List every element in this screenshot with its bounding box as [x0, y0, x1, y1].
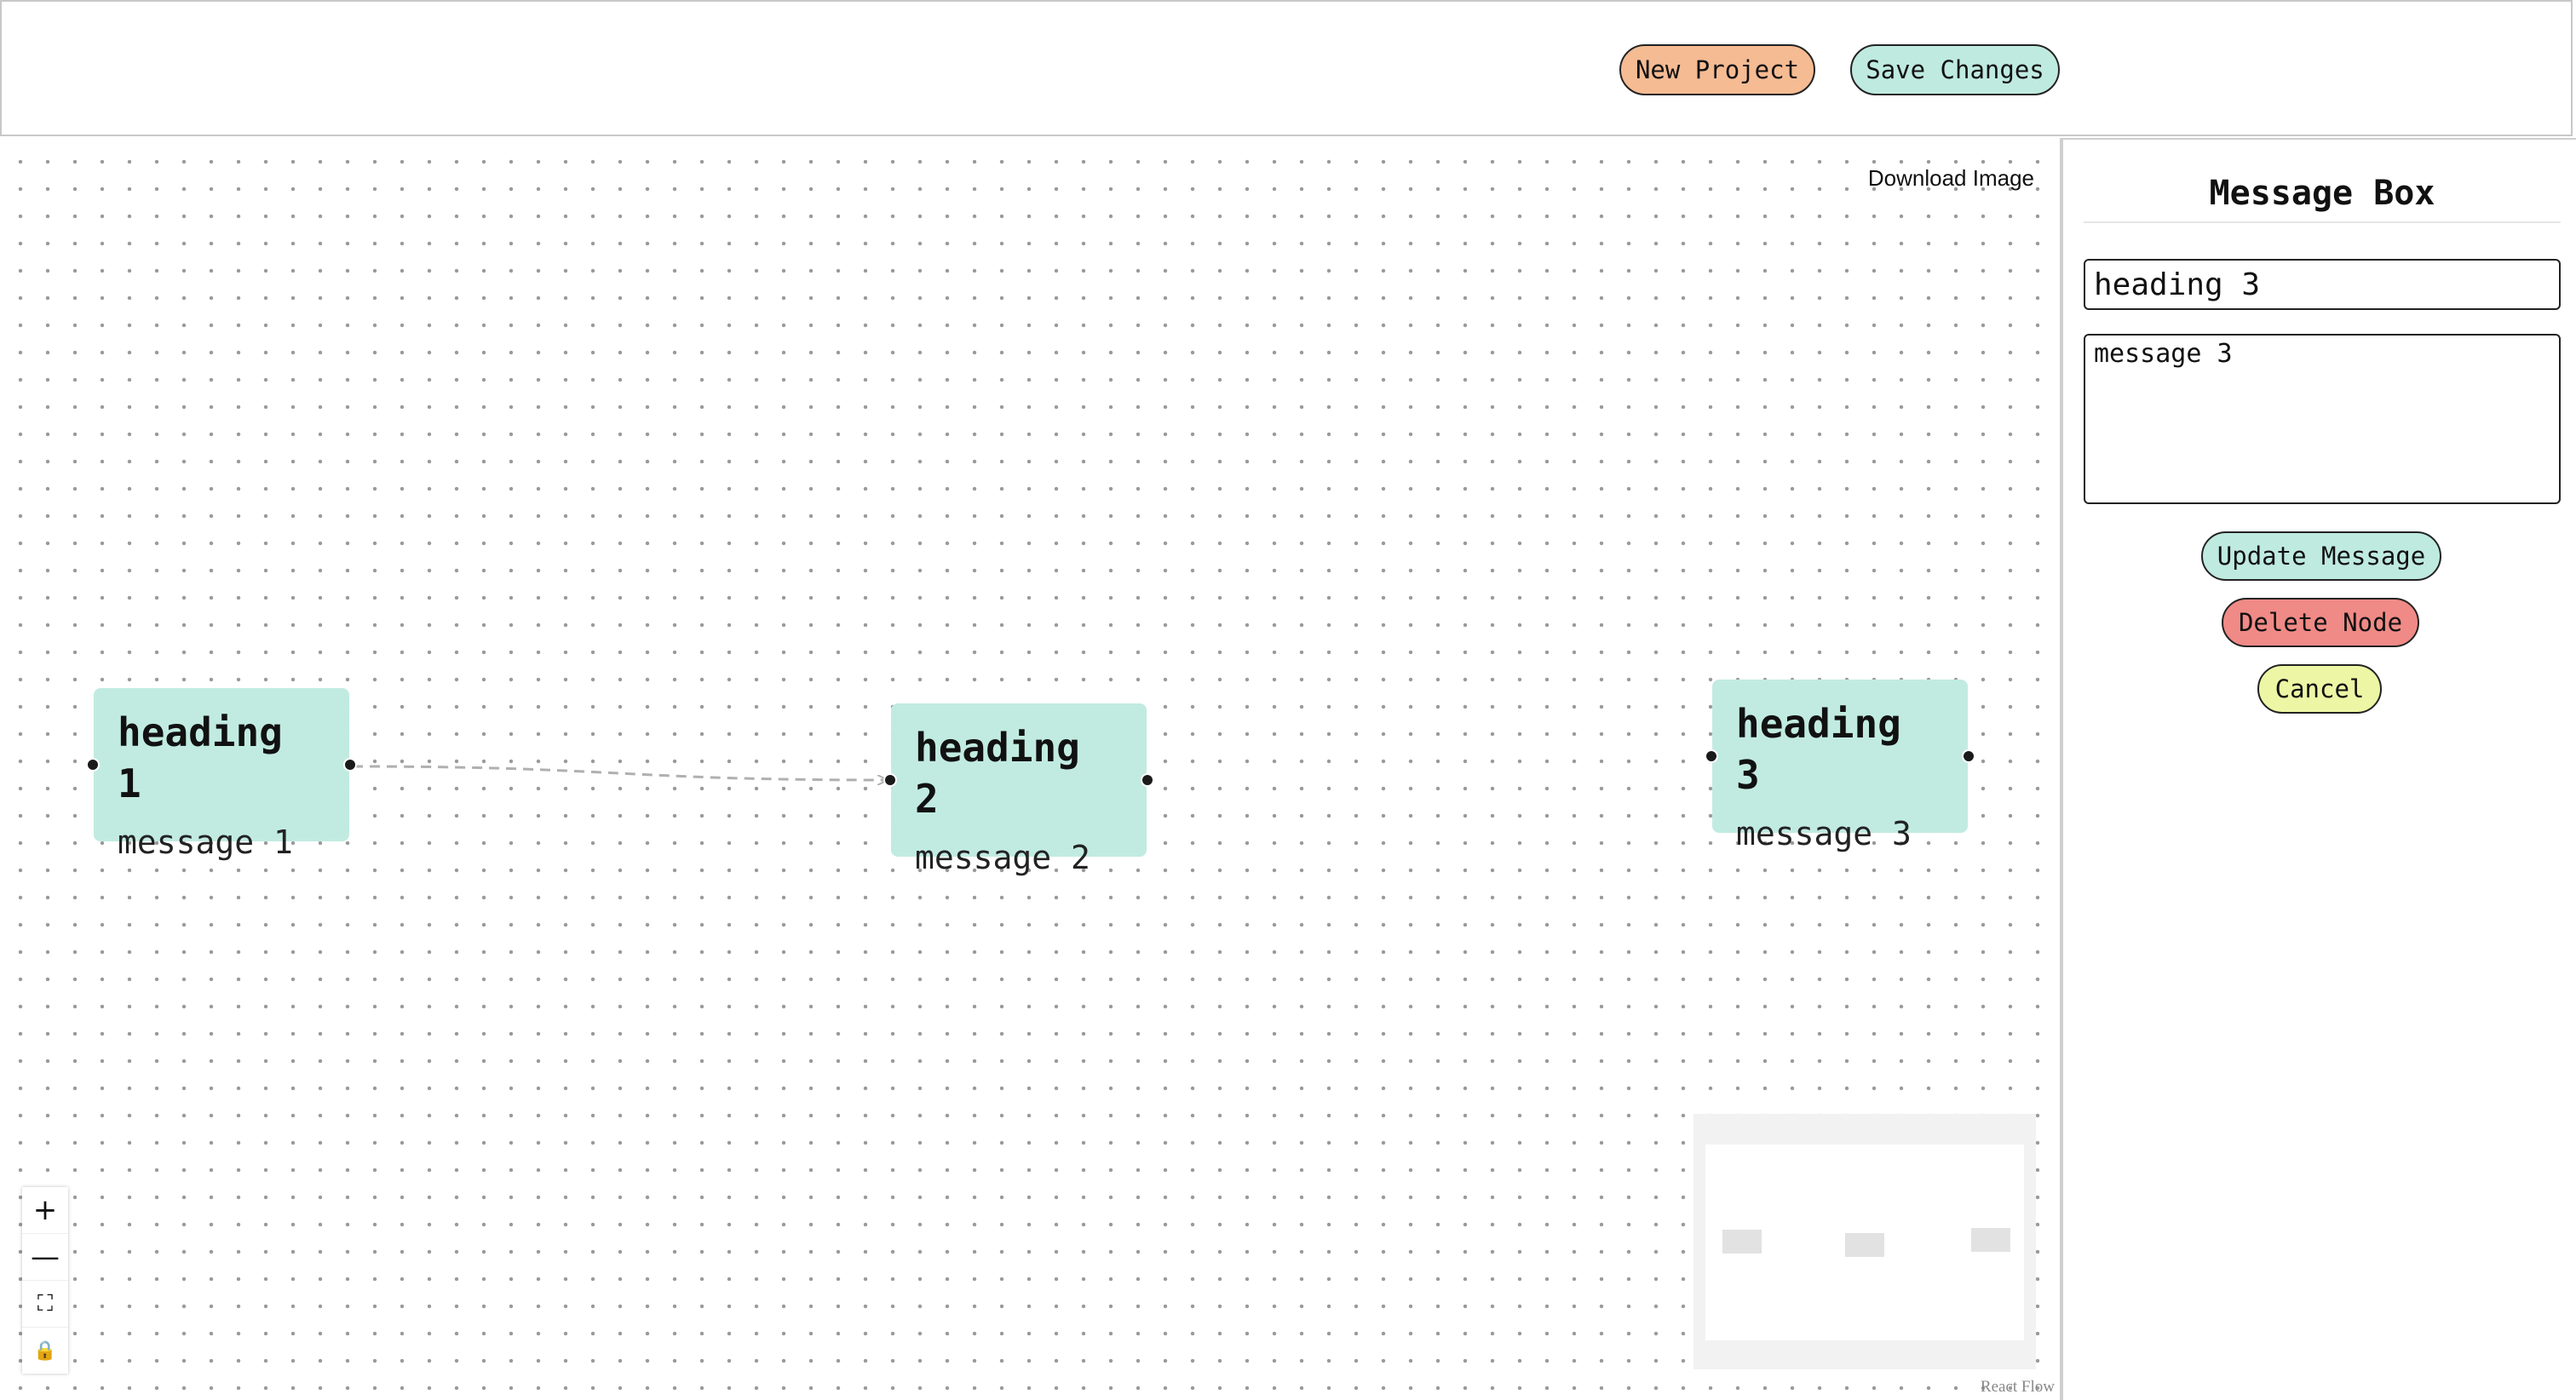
lock-icon[interactable]: 🔒: [22, 1328, 68, 1374]
node-heading: heading 1: [118, 709, 283, 806]
update-message-button[interactable]: Update Message: [2201, 531, 2441, 581]
target-handle[interactable]: [883, 773, 897, 787]
save-changes-button[interactable]: Save Changes: [1850, 44, 2060, 95]
react-flow-attribution[interactable]: React Flow: [1981, 1378, 2055, 1397]
message-box-panel: Message Box message 3 Update Message Del…: [2060, 138, 2576, 1400]
new-project-button[interactable]: New Project: [1619, 44, 1815, 95]
cancel-button[interactable]: Cancel: [2257, 664, 2382, 714]
target-handle[interactable]: [86, 758, 100, 772]
minimap-node: [1845, 1233, 1884, 1257]
delete-node-button[interactable]: Delete Node: [2222, 598, 2419, 647]
minimap-node: [1722, 1230, 1762, 1254]
flow-canvas[interactable]: Download Image heading 1 message 1 headi…: [0, 138, 2060, 1400]
minimap-viewport[interactable]: [1705, 1145, 2024, 1340]
minus-icon[interactable]: —: [22, 1234, 68, 1281]
target-handle[interactable]: [1705, 749, 1718, 763]
zoom-controls: + — ⛶ 🔒: [22, 1187, 68, 1374]
node-heading: heading 2: [915, 725, 1080, 822]
node-message: message 3: [1736, 815, 1912, 852]
node-message: message 2: [915, 839, 1090, 876]
source-handle[interactable]: [1962, 749, 1975, 763]
flow-node[interactable]: heading 2 message 2: [883, 703, 1154, 876]
source-handle[interactable]: [1141, 773, 1154, 787]
minimap-node: [1971, 1228, 2010, 1252]
heading-input[interactable]: [2084, 259, 2561, 310]
source-handle[interactable]: [343, 758, 357, 772]
top-header: New Project Save Changes: [0, 0, 2573, 136]
plus-icon[interactable]: +: [22, 1187, 68, 1234]
download-image-link[interactable]: Download Image: [1868, 165, 2034, 192]
edge-node1-node2[interactable]: [352, 765, 886, 780]
flow-node[interactable]: heading 1 message 1: [86, 688, 357, 861]
fit-view-icon[interactable]: ⛶: [22, 1281, 68, 1328]
message-textarea[interactable]: message 3: [2084, 334, 2561, 504]
minimap[interactable]: [1693, 1114, 2036, 1369]
node-heading: heading 3: [1736, 701, 1901, 798]
flow-node[interactable]: heading 3 message 3: [1705, 680, 1975, 852]
panel-divider: [2084, 221, 2561, 223]
panel-title: Message Box: [2209, 174, 2435, 213]
node-message: message 1: [118, 823, 293, 861]
